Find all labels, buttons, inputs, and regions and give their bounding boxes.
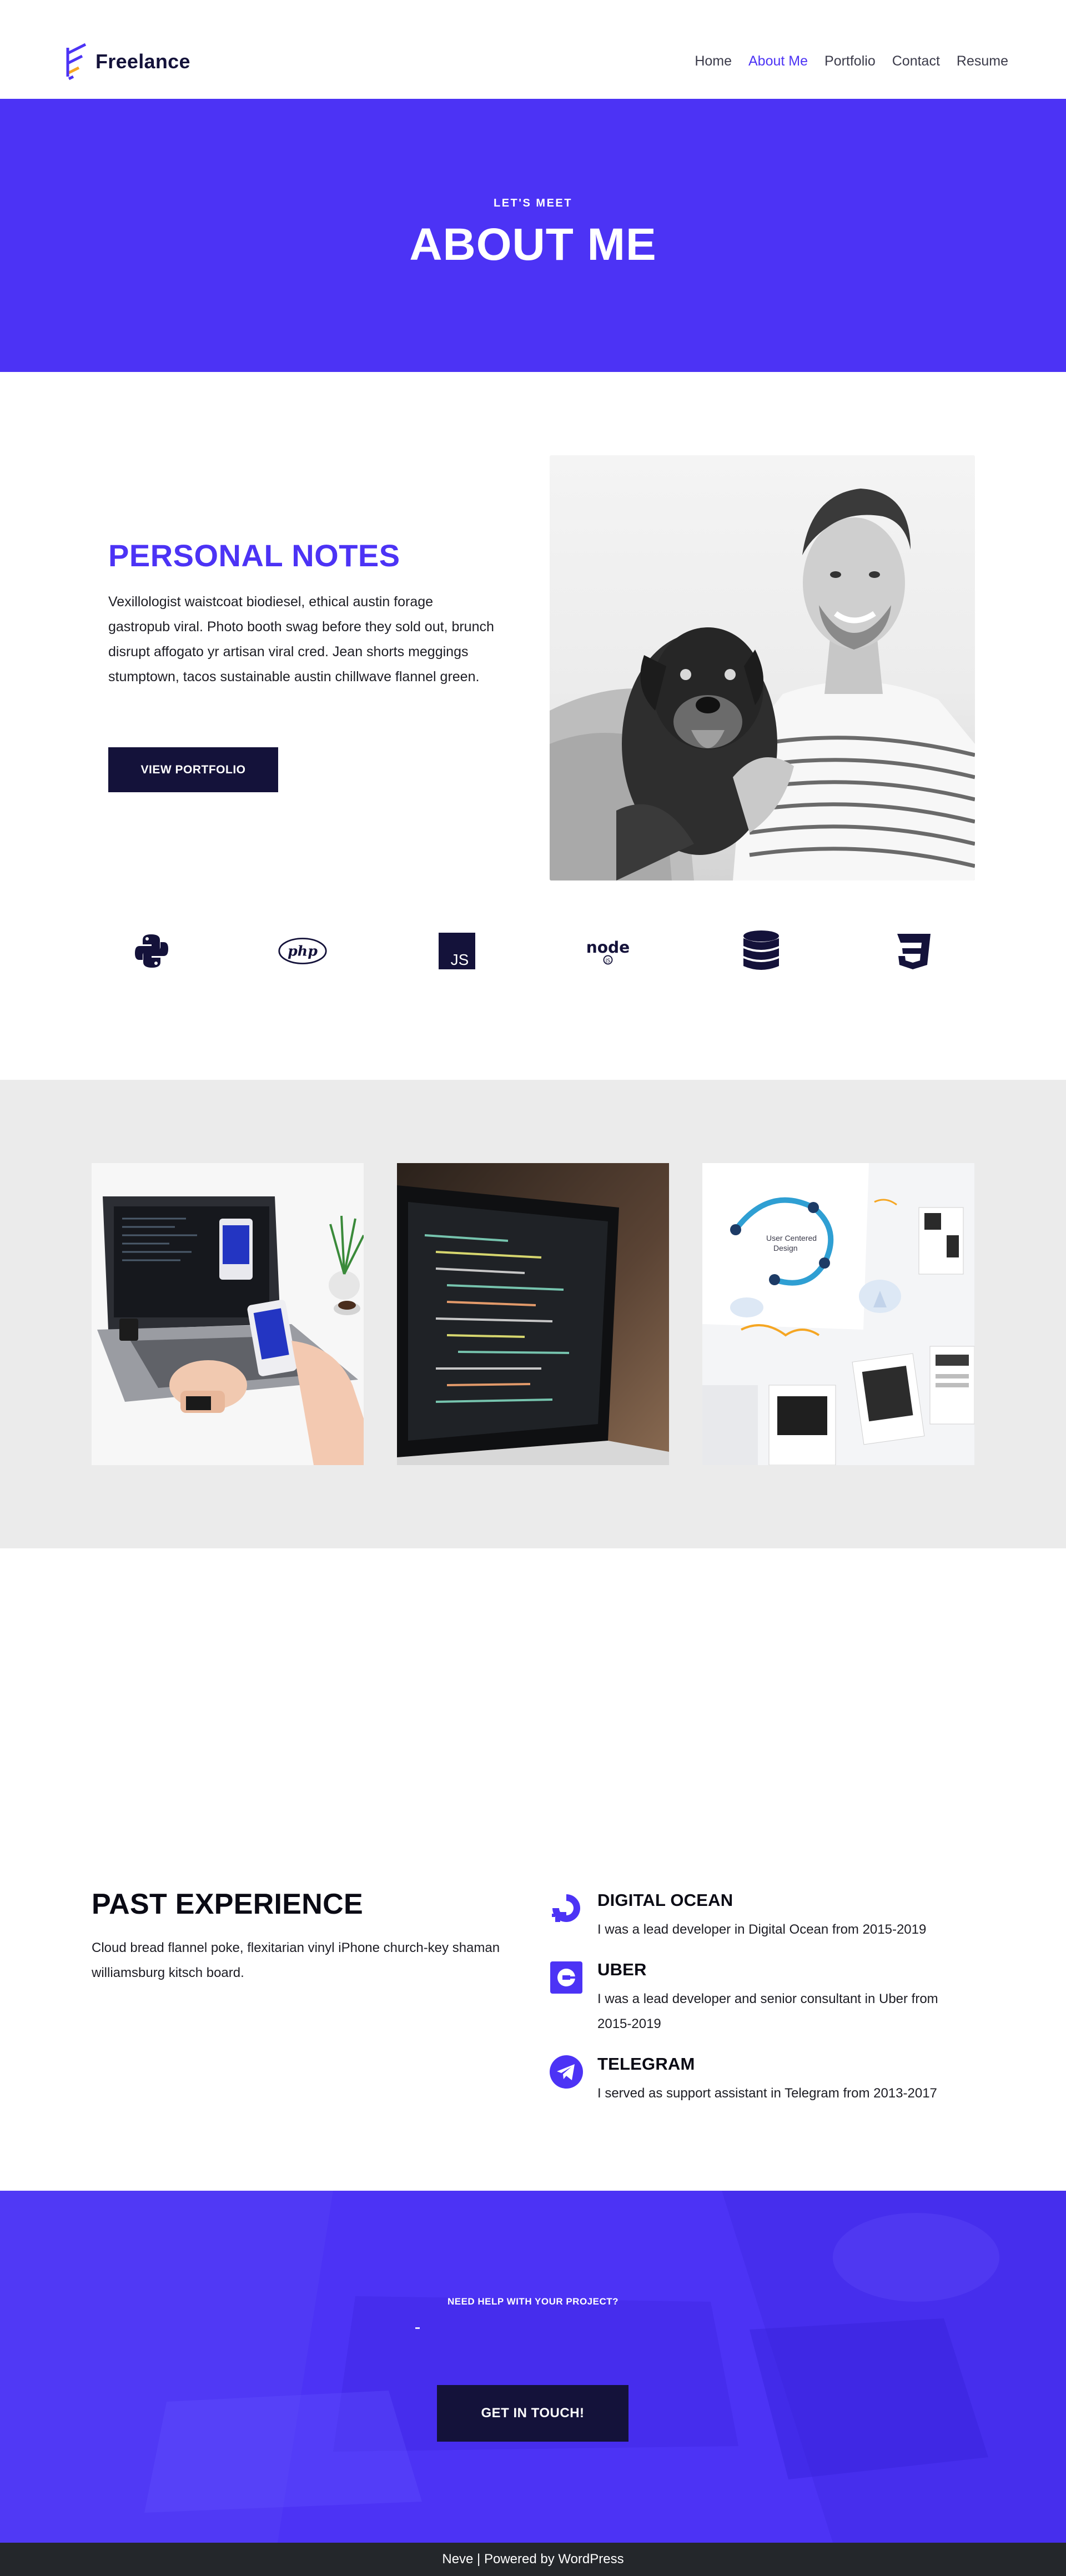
logo-text: Freelance [95, 50, 190, 73]
nav-resume[interactable]: Resume [957, 53, 1008, 69]
gallery-image-laptop-phones[interactable] [92, 1163, 364, 1465]
site-header: Freelance Home About Me Portfolio Contac… [0, 0, 1066, 99]
nav-portfolio[interactable]: Portfolio [824, 53, 876, 69]
svg-text:User Centered: User Centered [766, 1234, 817, 1242]
site-logo[interactable]: Freelance [66, 42, 190, 81]
php-icon: php [278, 926, 328, 976]
site-footer: Neve | Powered by WordPress [0, 2543, 1066, 2576]
cta-kicker: NEED HELP WITH YOUR PROJECT? [447, 2296, 619, 2307]
view-portfolio-button[interactable]: VIEW PORTFOLIO [108, 747, 278, 792]
gallery-image-code-laptop[interactable] [397, 1163, 669, 1465]
footer-credits: Neve | Powered by WordPress [442, 2552, 624, 2567]
nav-contact[interactable]: Contact [892, 53, 940, 69]
javascript-icon: JS [432, 926, 482, 976]
job-description: I was a lead developer in Digital Ocean … [597, 1922, 927, 1937]
job-description: I served as support assistant in Telegra… [597, 2086, 937, 2101]
nav-home[interactable]: Home [695, 53, 732, 69]
logo-mark-icon [66, 43, 87, 80]
svg-text:php: php [288, 942, 318, 959]
svg-text:JS: JS [451, 951, 469, 968]
get-in-touch-button[interactable]: GET IN TOUCH! [437, 2385, 628, 2442]
telegram-icon [549, 2054, 584, 2090]
job-title: UBER [597, 1960, 647, 1979]
past-experience-heading: PAST EXPERIENCE [92, 1888, 363, 1920]
digitalocean-icon [549, 1890, 584, 1926]
page-title: ABOUT ME [409, 219, 657, 270]
cta-banner: NEED HELP WITH YOUR PROJECT? GET IN TOUC… [0, 2191, 1066, 2543]
cta-background-image [0, 2191, 1066, 2543]
past-experience-text: Cloud bread flannel poke, flexitarian vi… [92, 1940, 500, 1980]
css3-icon [888, 926, 938, 976]
main-nav: Home About Me Portfolio Contact Resume [695, 53, 1008, 69]
python-icon [127, 926, 177, 976]
portfolio-gallery: User Centered Design [0, 1080, 1066, 1548]
svg-text:node: node [586, 938, 630, 957]
hero-banner: LET'S MEET ABOUT ME [0, 99, 1066, 372]
svg-text:JS: JS [605, 958, 611, 964]
job-title: TELEGRAM [597, 2054, 695, 2074]
personal-notes-heading: PERSONAL NOTES [108, 538, 400, 573]
hero-kicker: LET'S MEET [494, 197, 572, 209]
nav-about-me[interactable]: About Me [748, 53, 808, 69]
gallery-image-ux-wireframes[interactable]: User Centered Design [702, 1163, 974, 1465]
database-icon [736, 926, 786, 976]
nodejs-icon: node JS [583, 926, 633, 976]
svg-text:Design: Design [773, 1244, 798, 1252]
job-description: I was a lead developer and senior consul… [597, 1991, 938, 2031]
personal-notes-text: Vexillologist waistcoat biodiesel, ethic… [108, 594, 494, 685]
job-title: DIGITAL OCEAN [597, 1890, 733, 1910]
portrait-photo [550, 455, 975, 881]
uber-icon [549, 1960, 584, 1995]
